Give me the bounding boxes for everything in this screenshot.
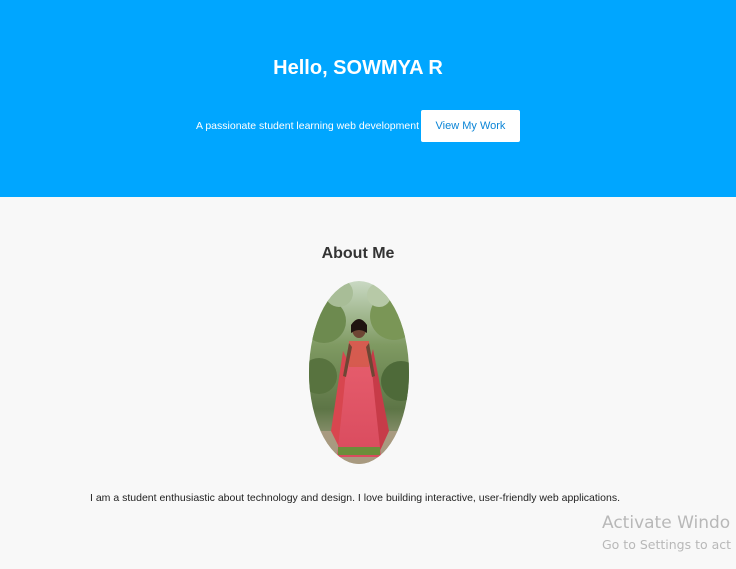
- activate-windows-watermark-subtitle: Go to Settings to act: [602, 537, 732, 552]
- about-text: I am a student enthusiastic about techno…: [90, 492, 620, 504]
- activate-windows-watermark-title: Activate Windo: [602, 513, 731, 533]
- hero-row: A passionate student learning web develo…: [0, 110, 716, 142]
- hero-tagline: A passionate student learning web develo…: [196, 120, 419, 132]
- profile-photo: [309, 281, 409, 464]
- about-title: About Me: [321, 245, 395, 262]
- hero-title: Hello, SOWMYA R: [273, 57, 443, 79]
- hero-section: Hello, SOWMYA R A passionate student lea…: [0, 0, 736, 197]
- view-my-work-button[interactable]: View My Work: [421, 110, 520, 142]
